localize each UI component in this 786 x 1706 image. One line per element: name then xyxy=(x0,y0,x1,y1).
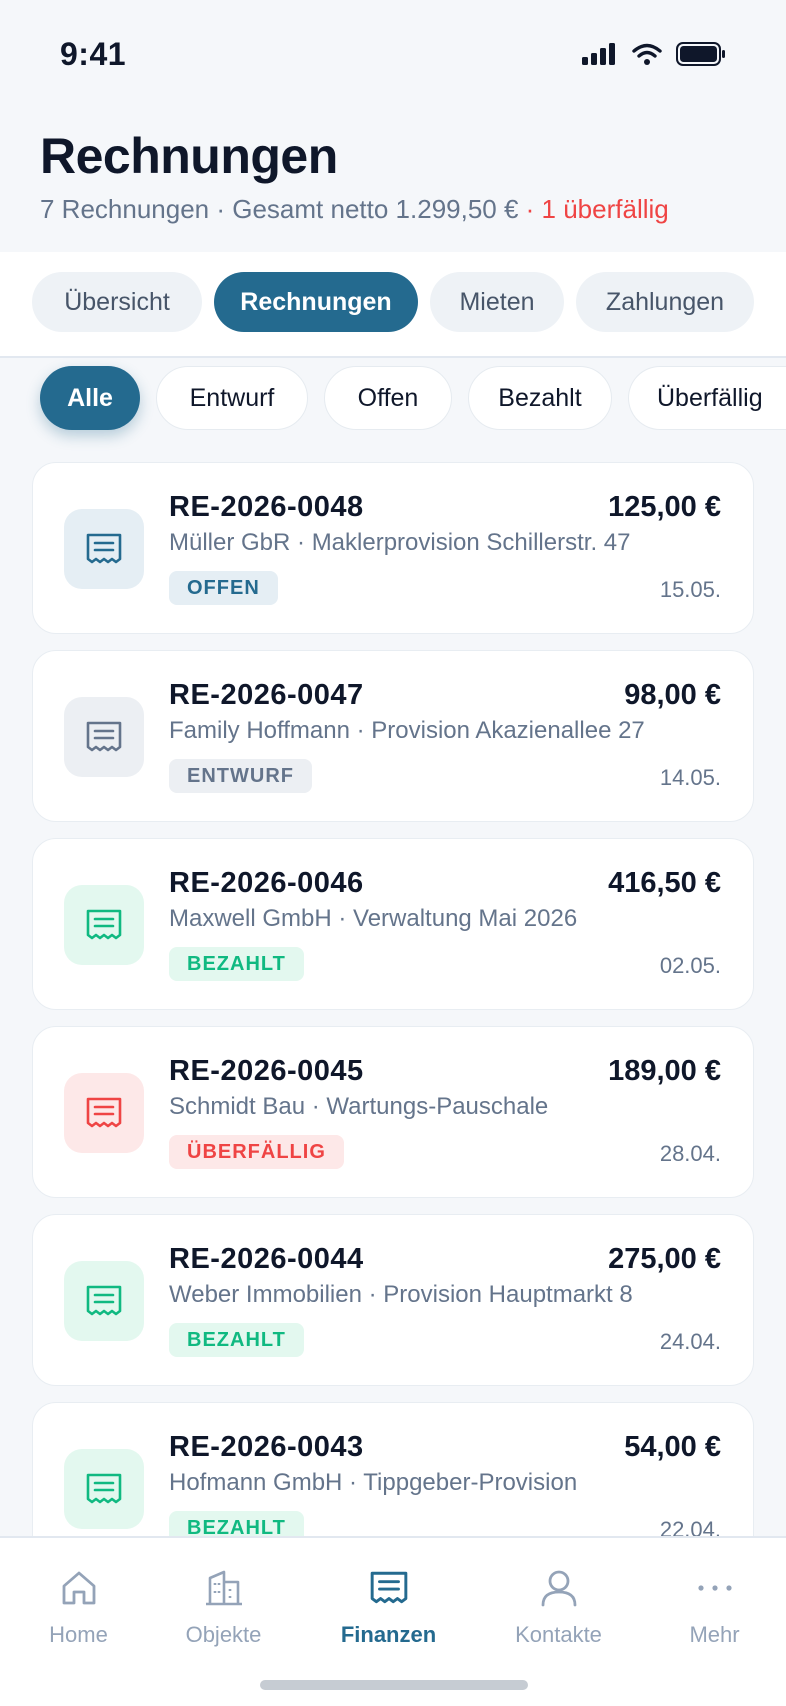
home-indicator[interactable] xyxy=(260,1680,528,1690)
invoice-description: Weber Immobilien · Provision Hauptmarkt … xyxy=(169,1281,633,1308)
nav-item-finanzen[interactable]: Finanzen xyxy=(310,1538,467,1668)
status-badge: BEZAHLT xyxy=(169,1323,304,1357)
invoice-amount: 189,00 € xyxy=(608,1055,721,1087)
filter-ueberfaellig[interactable]: Überfällig xyxy=(628,366,786,430)
invoice-card[interactable]: RE-2026-0045 189,00 € Schmidt Bau · Wart… xyxy=(32,1026,754,1198)
nav-label: Finanzen xyxy=(340,1622,437,1647)
page-title: Rechnungen xyxy=(40,128,338,184)
invoice-icon xyxy=(86,533,122,564)
filter-alle[interactable]: Alle xyxy=(40,366,140,430)
filter-offen[interactable]: Offen xyxy=(324,366,452,430)
tab-rechnungen[interactable]: Rechnungen xyxy=(214,272,418,332)
invoice-number: RE-2026-0044 xyxy=(169,1243,364,1275)
status-time: 9:41 xyxy=(60,36,127,72)
nav-label: Mehr xyxy=(689,1622,740,1647)
summary-text: 7 Rechnungen · Gesamt netto 1.299,50 € xyxy=(40,194,519,224)
invoice-amount: 275,00 € xyxy=(608,1243,721,1275)
wifi-icon xyxy=(632,43,662,65)
invoice-date: 02.05. xyxy=(659,953,721,978)
invoice-date: 14.05. xyxy=(659,765,721,790)
invoice-card[interactable]: RE-2026-0048 125,00 € Müller GbR · Makle… xyxy=(32,462,754,634)
tab-uebersicht[interactable]: Übersicht xyxy=(32,272,202,332)
status-badge: ÜBERFÄLLIG xyxy=(169,1135,344,1169)
invoice-icon xyxy=(86,909,122,940)
invoice-amount: 416,50 € xyxy=(608,867,721,899)
filter-bezahlt[interactable]: Bezahlt xyxy=(468,366,612,430)
invoice-date: 28.04. xyxy=(659,1141,721,1166)
page-header: Rechnungen 7 Rechnungen · Gesamt netto 1… xyxy=(40,124,760,225)
nav-item-objekte[interactable]: Objekte xyxy=(145,1538,302,1668)
person-icon xyxy=(539,1566,579,1610)
nav-item-home[interactable]: Home xyxy=(0,1538,157,1668)
invoice-number: RE-2026-0046 xyxy=(169,867,364,899)
invoice-icon-box xyxy=(64,509,144,589)
invoice-number: RE-2026-0043 xyxy=(169,1431,364,1463)
section-tabs: Übersicht Rechnungen Mieten Zahlungen xyxy=(0,252,786,358)
invoice-card[interactable]: RE-2026-0044 275,00 € Weber Immobilien ·… xyxy=(32,1214,754,1386)
invoice-amount: 98,00 € xyxy=(624,679,721,711)
nav-item-mehr[interactable]: Mehr xyxy=(636,1538,786,1668)
battery-icon xyxy=(676,42,725,66)
invoice-icon xyxy=(86,1473,122,1504)
invoice-card[interactable]: RE-2026-0043 54,00 € Hofmann GmbH · Tipp… xyxy=(32,1402,754,1536)
invoice-description: Müller GbR · Maklerprovision Schillerstr… xyxy=(169,529,631,556)
status-badge: BEZAHLT xyxy=(169,947,304,981)
invoice-date: 15.05. xyxy=(659,577,721,602)
invoice-card[interactable]: RE-2026-0047 98,00 € Family Hoffmann · P… xyxy=(32,650,754,822)
invoice-number: RE-2026-0048 xyxy=(169,491,364,523)
invoice-description: Maxwell GmbH · Verwaltung Mai 2026 xyxy=(169,905,578,932)
invoice-list: RE-2026-0048 125,00 € Müller GbR · Makle… xyxy=(32,462,754,1536)
overdue-count: · 1 überfällig xyxy=(518,194,669,224)
invoice-icon xyxy=(86,721,122,752)
tab-zahlungen[interactable]: Zahlungen xyxy=(576,272,754,332)
invoice-amount: 125,00 € xyxy=(608,491,721,523)
invoice-icon-box xyxy=(64,697,144,777)
status-badge: BEZAHLT xyxy=(169,1511,304,1536)
nav-label: Objekte xyxy=(185,1622,262,1647)
invoice-icon-box xyxy=(64,1073,144,1153)
invoice-card[interactable]: RE-2026-0046 416,50 € Maxwell GmbH · Ver… xyxy=(32,838,754,1010)
invoice-number: RE-2026-0047 xyxy=(169,679,364,711)
invoice-icon xyxy=(369,1566,409,1610)
invoice-description: Family Hoffmann · Provision Akazienallee… xyxy=(169,717,645,744)
invoice-icon-box xyxy=(64,1261,144,1341)
invoice-date: 22.04. xyxy=(659,1517,721,1536)
invoice-icon-box xyxy=(64,885,144,965)
page-subtitle: 7 Rechnungen · Gesamt netto 1.299,50 € ·… xyxy=(40,194,760,225)
tab-mieten[interactable]: Mieten xyxy=(430,272,564,332)
building-icon xyxy=(204,1566,244,1610)
home-icon xyxy=(59,1566,99,1610)
invoice-date: 24.04. xyxy=(659,1329,721,1354)
status-badge: ENTWURF xyxy=(169,759,312,793)
nav-label: Kontakte xyxy=(515,1622,602,1647)
nav-label: Home xyxy=(49,1622,108,1647)
invoice-description: Schmidt Bau · Wartungs-Pauschale xyxy=(169,1093,549,1120)
invoice-icon-box xyxy=(64,1449,144,1529)
invoice-icon xyxy=(86,1097,122,1128)
filter-entwurf[interactable]: Entwurf xyxy=(156,366,308,430)
nav-item-kontakte[interactable]: Kontakte xyxy=(480,1538,637,1668)
invoice-amount: 54,00 € xyxy=(624,1431,721,1463)
invoice-icon xyxy=(86,1285,122,1316)
more-icon xyxy=(695,1566,735,1610)
status-badge: OFFEN xyxy=(169,571,278,605)
invoice-number: RE-2026-0045 xyxy=(169,1055,364,1087)
signal-icon xyxy=(582,43,615,65)
invoice-description: Hofmann GmbH · Tippgeber-Provision xyxy=(169,1469,578,1496)
status-bar: 9:41 xyxy=(0,0,786,110)
status-icons xyxy=(582,42,726,66)
